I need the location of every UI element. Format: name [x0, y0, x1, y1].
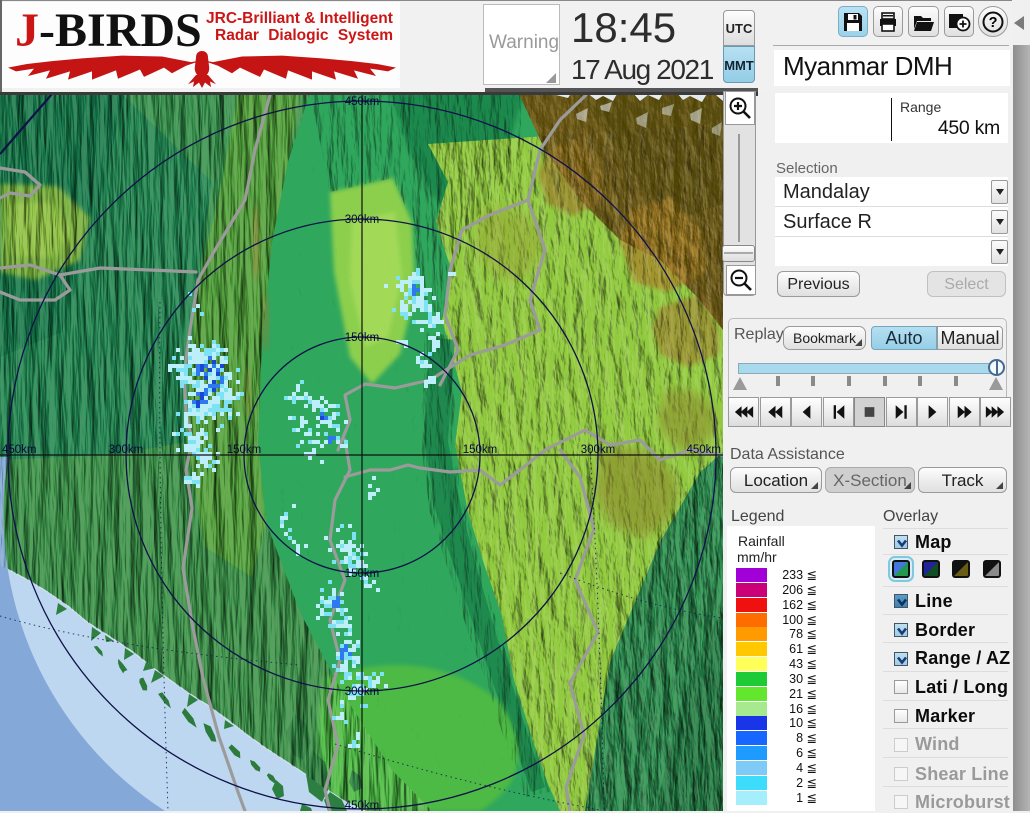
svg-text:?: ? [989, 15, 998, 31]
svg-text:150km: 150km [345, 332, 380, 344]
svg-text:300km: 300km [345, 214, 380, 226]
svg-text:150km: 150km [463, 444, 498, 456]
svg-text:450km: 450km [686, 444, 721, 456]
svg-text:300km: 300km [345, 686, 380, 698]
svg-text:150km: 150km [227, 444, 262, 456]
svg-text:300km: 300km [581, 444, 616, 456]
svg-text:150km: 150km [345, 568, 380, 580]
svg-text:450km: 450km [345, 96, 380, 108]
svg-text:450km: 450km [2, 444, 37, 456]
svg-text:300km: 300km [109, 444, 144, 456]
svg-text:450km: 450km [345, 800, 380, 811]
